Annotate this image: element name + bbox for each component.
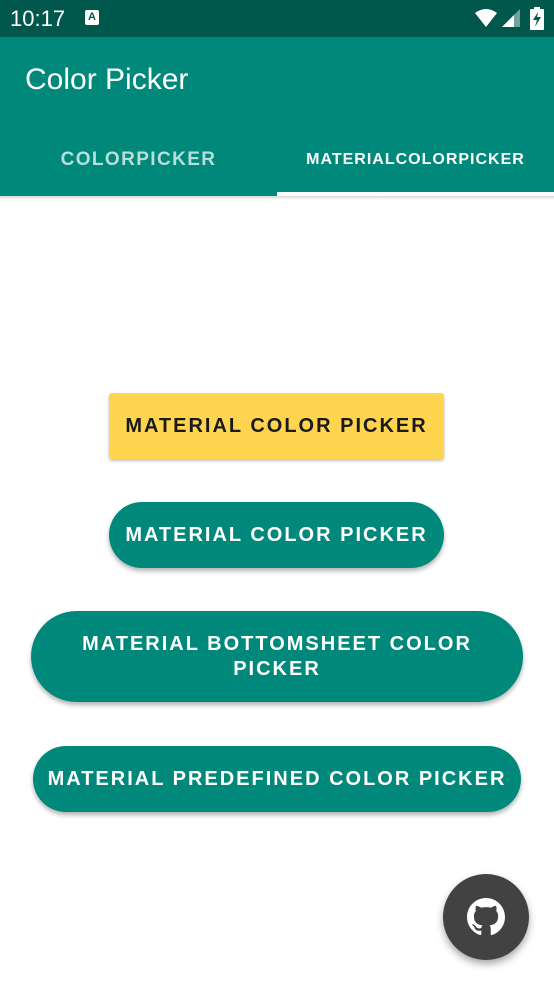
battery-charging-icon — [530, 7, 544, 30]
material-color-picker-button[interactable]: MATERIAL COLOR PICKER — [109, 502, 444, 568]
github-icon — [467, 898, 505, 936]
material-predefined-color-picker-button[interactable]: MATERIAL PREDEFINED COLOR PICKER — [33, 746, 521, 812]
app-title: Color Picker — [25, 63, 189, 96]
screen: 10:17 A Color Picker COLORPICKER MATERIA… — [0, 0, 554, 984]
tab-bar-shadow — [0, 196, 554, 200]
tab-bar: COLORPICKER MATERIALCOLORPICKER — [0, 124, 554, 196]
status-time: 10:17 — [10, 6, 66, 31]
app-bar: Color Picker — [0, 37, 554, 124]
material-bottomsheet-color-picker-button[interactable]: MATERIAL BOTTOMSHEET COLOR PICKER — [31, 611, 523, 702]
a-notification-icon: A — [85, 10, 99, 25]
wifi-icon — [475, 9, 497, 27]
tab-colorpicker[interactable]: COLORPICKER — [0, 124, 277, 196]
status-bar: 10:17 A — [0, 0, 554, 37]
signal-icon — [502, 9, 520, 27]
github-fab-button[interactable] — [443, 874, 529, 960]
tab-materialcolorpicker[interactable]: MATERIALCOLORPICKER — [277, 124, 554, 196]
material-color-picker-button-yellow[interactable]: MATERIAL COLOR PICKER — [109, 393, 444, 459]
